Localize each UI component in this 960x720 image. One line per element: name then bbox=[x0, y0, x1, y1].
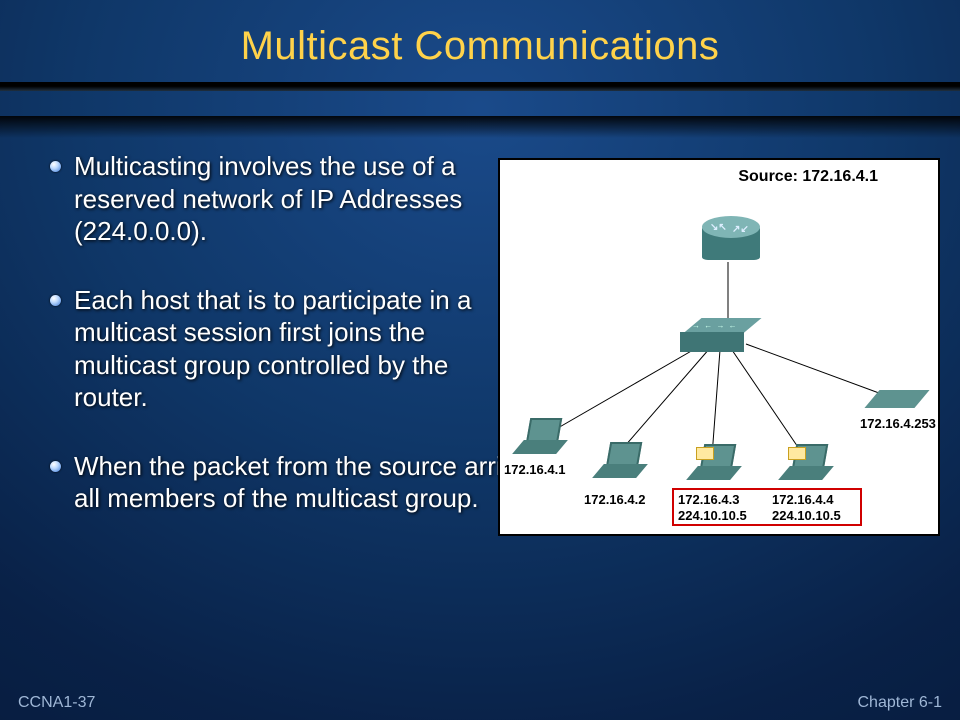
footer-right: Chapter 6-1 bbox=[858, 694, 943, 712]
host2-icon bbox=[598, 442, 646, 482]
envelope-icon bbox=[696, 447, 714, 460]
slide-title: Multicast Communications bbox=[0, 0, 960, 69]
multicast-highlight-box bbox=[672, 488, 862, 526]
bullet-2: Each host that is to participate in a mu… bbox=[50, 284, 480, 414]
title-divider bbox=[0, 82, 960, 91]
host2-ip: 172.16.4.2 bbox=[584, 492, 645, 507]
envelope-icon bbox=[788, 447, 806, 460]
router-icon: ↘↖ ↗↙ bbox=[702, 216, 760, 268]
switch-icon: → ← → ← bbox=[686, 318, 758, 352]
slide: Multicast Communications Multicasting in… bbox=[0, 0, 960, 720]
bullet-list: Multicasting involves the use of a reser… bbox=[50, 150, 480, 551]
footer: CCNA1-37 Chapter 6-1 bbox=[0, 690, 960, 716]
title-divider-shadow bbox=[0, 116, 960, 138]
network-diagram: Source: 172.16.4.1 ↘↖ ↗↙ → ← → ← 172. bbox=[498, 158, 940, 536]
host5-ip: 172.16.4.253 bbox=[860, 416, 936, 431]
bullet-1: Multicasting involves the use of a reser… bbox=[50, 150, 480, 248]
host4-icon bbox=[784, 444, 832, 484]
host3-icon bbox=[692, 444, 740, 484]
host1-icon bbox=[518, 418, 566, 458]
footer-left: CCNA1-37 bbox=[18, 694, 95, 712]
host1-ip: 172.16.4.1 bbox=[504, 462, 565, 477]
